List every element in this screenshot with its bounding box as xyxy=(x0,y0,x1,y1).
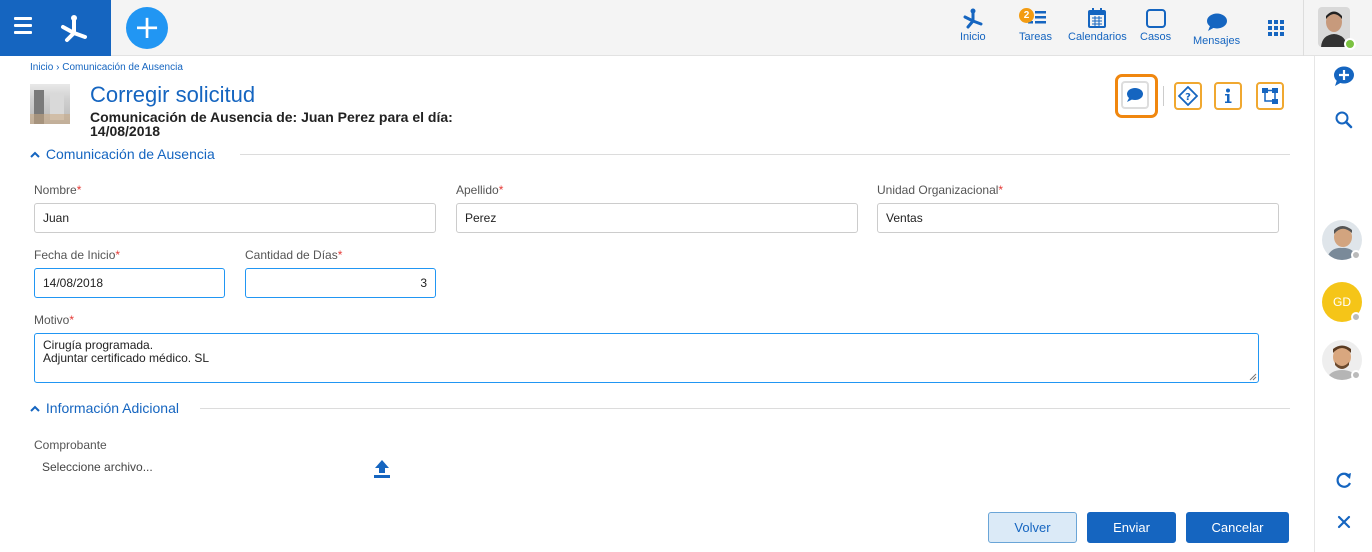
file-select-field[interactable]: Seleccione archivo... xyxy=(42,460,153,474)
nav-inicio-label: Inicio xyxy=(960,31,986,43)
section-toggle-comunicacion[interactable]: Comunicación de Ausencia xyxy=(30,146,215,162)
logo-icon[interactable] xyxy=(55,9,93,47)
nombre-label: Nombre* xyxy=(34,183,82,197)
subtitle-line-2: 14/08/2018 xyxy=(90,123,161,139)
process-map-icon xyxy=(1262,88,1278,104)
breadcrumb: Inicio › Comunicación de Ausencia xyxy=(30,62,183,73)
top-bar: + Inicio 2 Tareas Calendarios Casos Mens… xyxy=(0,0,1372,56)
page-subtitle: Comunicación de Ausencia de: Juan Perez … xyxy=(90,110,510,138)
comments-button[interactable] xyxy=(1121,81,1149,109)
fecha-label: Fecha de Inicio* xyxy=(34,248,121,262)
section-title: Comunicación de Ausencia xyxy=(45,146,215,162)
apps-grid-icon[interactable] xyxy=(1268,20,1284,36)
breadcrumb-home-link[interactable]: Inicio xyxy=(30,62,53,73)
cantidad-label: Cantidad de Días* xyxy=(245,248,343,262)
contact-status-dot xyxy=(1351,312,1361,322)
online-status-dot xyxy=(1344,38,1356,50)
chevron-up-icon xyxy=(30,146,42,162)
section-title: Información Adicional xyxy=(45,400,179,416)
unidad-field[interactable]: Ventas xyxy=(877,203,1279,233)
nav-calendarios[interactable]: Calendarios xyxy=(1068,7,1127,43)
enviar-button[interactable]: Enviar xyxy=(1087,512,1176,543)
new-chat-icon[interactable] xyxy=(1332,64,1356,88)
info-icon xyxy=(1225,88,1232,103)
apellido-label: Apellido* xyxy=(456,183,504,197)
cantidad-dias-field[interactable]: 3 xyxy=(245,268,436,298)
volver-button[interactable]: Volver xyxy=(988,512,1077,543)
cancelar-button[interactable]: Cancelar xyxy=(1186,512,1289,543)
menu-icon[interactable] xyxy=(14,17,32,37)
nav-mensajes[interactable]: Mensajes xyxy=(1193,7,1240,47)
process-map-button[interactable] xyxy=(1256,82,1284,110)
brand-block xyxy=(0,0,111,56)
refresh-icon[interactable] xyxy=(1332,468,1356,492)
nombre-field[interactable]: Juan xyxy=(34,203,436,233)
calendar-icon xyxy=(1088,8,1107,28)
apellido-field[interactable]: Perez xyxy=(456,203,858,233)
chat-icon xyxy=(1206,13,1227,31)
info-button[interactable] xyxy=(1214,82,1242,110)
help-button[interactable]: ? xyxy=(1174,82,1202,110)
subtitle-line-1: Comunicación de Ausencia de: Juan Perez … xyxy=(90,109,453,125)
contact-status-dot xyxy=(1351,370,1361,380)
topbar-divider xyxy=(1303,0,1304,56)
close-icon[interactable] xyxy=(1332,510,1356,534)
help-diamond-icon: ? xyxy=(1178,86,1198,106)
toolbar-separator xyxy=(1163,86,1164,106)
section-divider xyxy=(240,154,1290,155)
section-divider xyxy=(200,408,1290,409)
comment-icon xyxy=(1127,88,1143,102)
nav-casos-label: Casos xyxy=(1140,31,1172,43)
nav-tareas-label: Tareas xyxy=(1019,31,1053,43)
cases-icon xyxy=(1145,9,1166,28)
section-toggle-informacion[interactable]: Información Adicional xyxy=(30,400,179,416)
nav-casos[interactable]: Casos xyxy=(1140,7,1171,43)
add-button[interactable]: + xyxy=(126,7,168,49)
breadcrumb-separator: › xyxy=(56,62,60,73)
search-icon[interactable] xyxy=(1332,108,1356,132)
motivo-label: Motivo* xyxy=(34,313,75,327)
nav-calendarios-label: Calendarios xyxy=(1068,31,1127,43)
nav-tareas[interactable]: 2 Tareas xyxy=(1019,7,1052,43)
comprobante-label: Comprobante xyxy=(34,438,107,452)
svg-text:?: ? xyxy=(1185,92,1191,103)
fecha-inicio-field[interactable]: 14/08/2018 xyxy=(34,268,225,298)
contact-status-dot xyxy=(1351,250,1361,260)
resize-grip-icon[interactable] xyxy=(1249,373,1257,381)
process-icon xyxy=(963,8,983,29)
unidad-label: Unidad Organizacional* xyxy=(877,183,1004,197)
nav-inicio[interactable]: Inicio xyxy=(960,7,986,43)
right-sidebar: GD xyxy=(1314,56,1372,552)
nav-mensajes-label: Mensajes xyxy=(1193,35,1241,47)
breadcrumb-current: Comunicación de Ausencia xyxy=(62,62,183,73)
page-title: Corregir solicitud xyxy=(90,82,256,107)
process-thumbnail xyxy=(30,84,70,124)
chevron-up-icon xyxy=(30,400,42,416)
motivo-textarea[interactable]: Cirugía programada. Adjuntar certificado… xyxy=(34,333,1259,383)
tasks-count-badge: 2 xyxy=(1019,8,1034,23)
upload-icon[interactable] xyxy=(373,459,391,479)
